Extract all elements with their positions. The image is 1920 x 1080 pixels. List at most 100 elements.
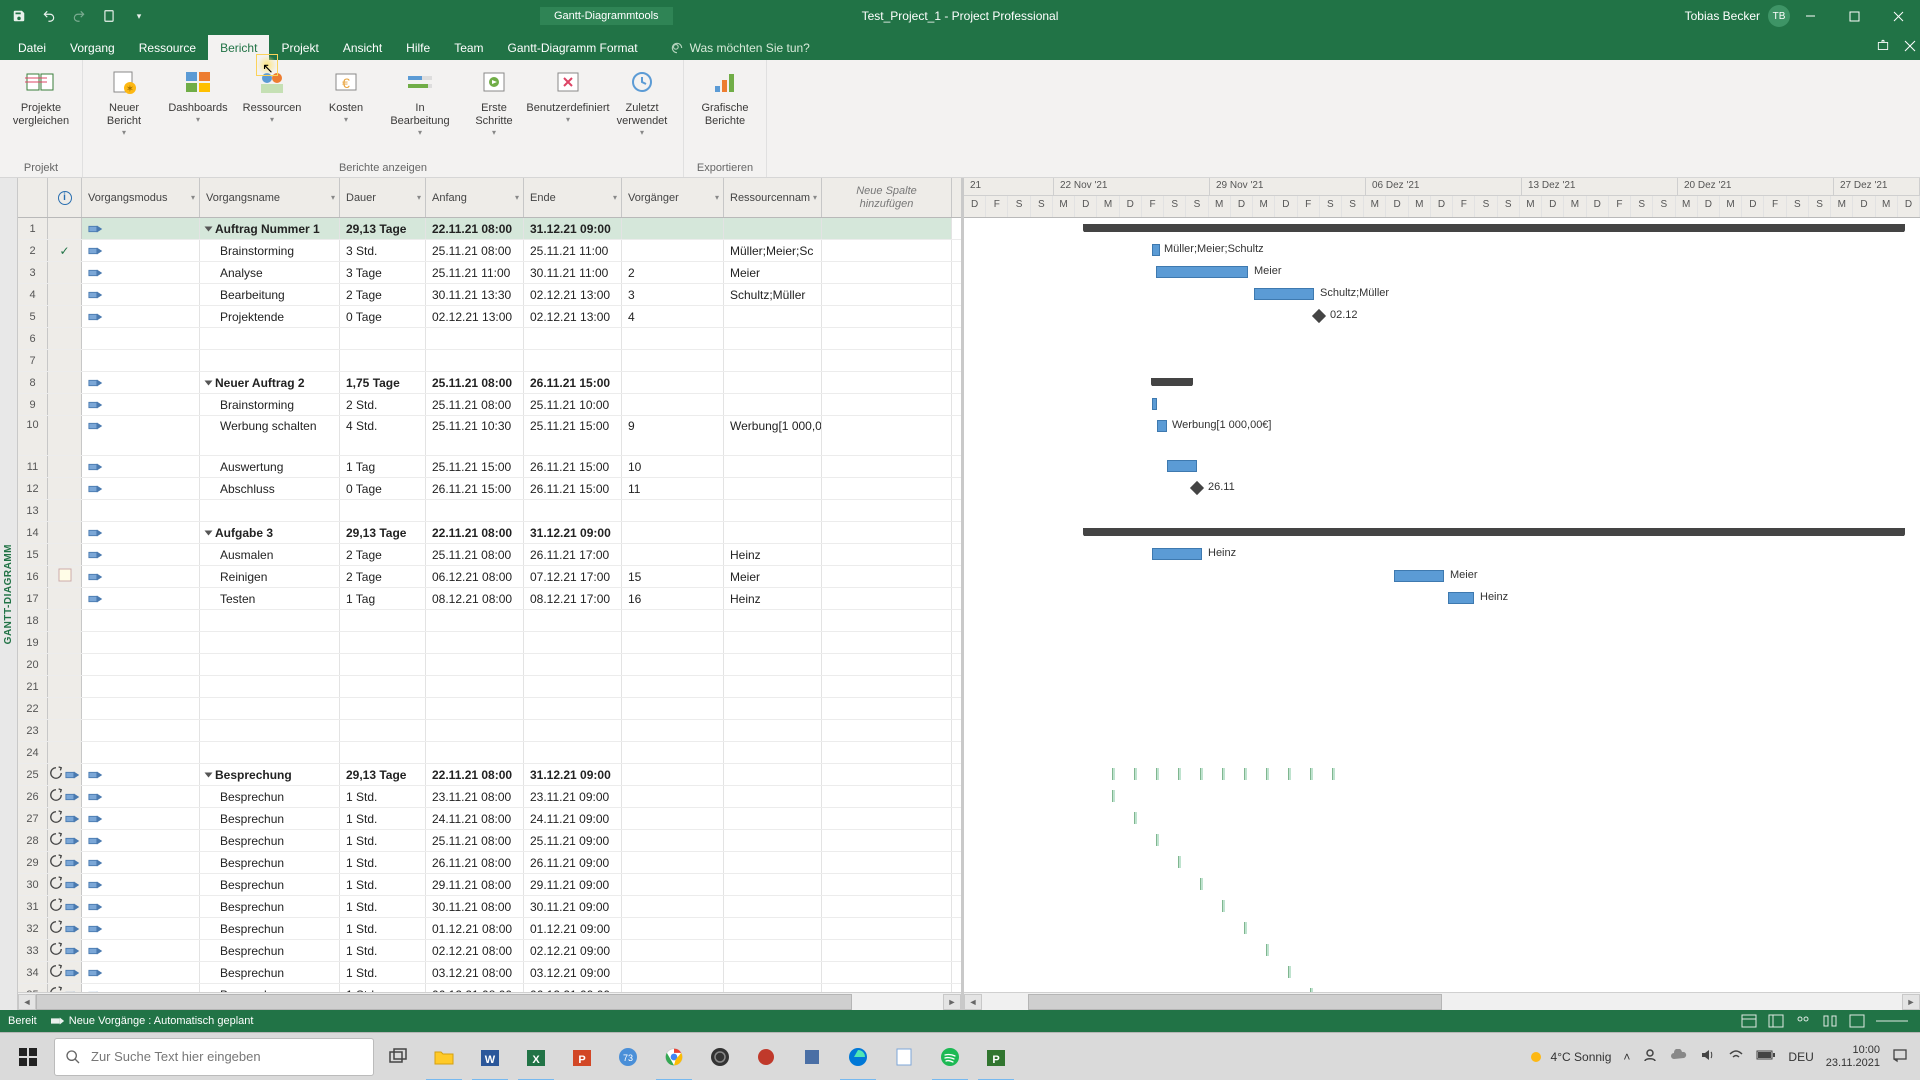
tray-battery-icon[interactable]	[1756, 1049, 1776, 1064]
recurring-task-bar[interactable]	[1200, 878, 1203, 890]
indicators-cell[interactable]	[48, 808, 82, 829]
task-name-cell[interactable]: Analyse	[200, 262, 340, 283]
finish-cell[interactable]: 01.12.21 09:00	[524, 918, 622, 939]
mode-cell[interactable]	[82, 500, 200, 521]
view-bar[interactable]: GANTT-DIAGRAMM	[0, 178, 18, 1010]
duration-cell[interactable]: 1 Std.	[340, 984, 426, 992]
task-row[interactable]: 25Besprechung29,13 Tage22.11.21 08:0031.…	[18, 764, 961, 786]
row-number[interactable]: 18	[18, 610, 48, 631]
predecessors-cell[interactable]	[622, 852, 724, 873]
indicators-cell[interactable]	[48, 416, 82, 455]
summary-bar[interactable]	[1084, 224, 1904, 232]
ressourcen-button[interactable]: Ressourcen▾	[237, 64, 307, 140]
mode-cell[interactable]	[82, 394, 200, 415]
grid-horizontal-scrollbar[interactable]: ◄►	[18, 992, 961, 1010]
add-column-cell[interactable]	[822, 394, 952, 415]
task-name-cell[interactable]	[200, 676, 340, 697]
milestone-marker[interactable]	[1312, 309, 1326, 323]
task-row[interactable]: 12Abschluss0 Tage26.11.21 15:0026.11.21 …	[18, 478, 961, 500]
resources-cell[interactable]	[724, 456, 822, 477]
recurring-rollup-marker[interactable]	[1222, 768, 1225, 780]
header-rownum[interactable]	[18, 178, 48, 217]
task-bar[interactable]	[1156, 266, 1248, 278]
task-row[interactable]: 7	[18, 350, 961, 372]
task-name-cell[interactable]: Besprechun	[200, 852, 340, 873]
task-row[interactable]: 32Besprechun1 Std.01.12.21 08:0001.12.21…	[18, 918, 961, 940]
mode-cell[interactable]	[82, 588, 200, 609]
collapse-toggle-icon[interactable]	[205, 380, 213, 385]
resources-cell[interactable]: Heinz	[724, 544, 822, 565]
header-add-column[interactable]: Neue Spalte hinzufügen	[822, 178, 952, 217]
finish-cell[interactable]: 06.12.21 09:00	[524, 984, 622, 992]
task-name-cell[interactable]: Auswertung	[200, 456, 340, 477]
task-name-cell[interactable]	[200, 720, 340, 741]
start-cell[interactable]: 08.12.21 08:00	[426, 588, 524, 609]
task-name-cell[interactable]: Besprechun	[200, 896, 340, 917]
finish-cell[interactable]: 24.11.21 09:00	[524, 808, 622, 829]
indicators-cell[interactable]	[48, 284, 82, 305]
finish-cell[interactable]: 30.11.21 11:00	[524, 262, 622, 283]
header-name[interactable]: Vorgangsname▾	[200, 178, 340, 217]
task-name-cell[interactable]: Besprechun	[200, 830, 340, 851]
duration-cell[interactable]	[340, 328, 426, 349]
indicators-cell[interactable]	[48, 456, 82, 477]
finish-cell[interactable]	[524, 328, 622, 349]
task-name-cell[interactable]: Abschluss	[200, 478, 340, 499]
dashboards-button[interactable]: Dashboards▾	[163, 64, 233, 140]
task-row[interactable]: 9Brainstorming2 Std.25.11.21 08:0025.11.…	[18, 394, 961, 416]
task-bar[interactable]	[1157, 420, 1167, 432]
task-name-cell[interactable]	[200, 632, 340, 653]
duration-cell[interactable]: 2 Tage	[340, 566, 426, 587]
tray-language[interactable]: DEU	[1788, 1050, 1813, 1064]
task-name-cell[interactable]: Besprechun	[200, 984, 340, 992]
tab-ressource[interactable]: Ressource	[127, 35, 208, 60]
mode-cell[interactable]	[82, 350, 200, 371]
predecessors-cell[interactable]	[622, 698, 724, 719]
predecessors-cell[interactable]	[622, 610, 724, 631]
header-start[interactable]: Anfang▾	[426, 178, 524, 217]
mode-cell[interactable]	[82, 874, 200, 895]
tray-onedrive-icon[interactable]	[1670, 1049, 1688, 1064]
start-cell[interactable]: 26.11.21 15:00	[426, 478, 524, 499]
resources-cell[interactable]	[724, 394, 822, 415]
predecessors-cell[interactable]	[622, 984, 724, 992]
task-row[interactable]: 22	[18, 698, 961, 720]
predecessors-cell[interactable]	[622, 328, 724, 349]
header-indicators[interactable]: i	[48, 178, 82, 217]
task-row[interactable]: 33Besprechun1 Std.02.12.21 08:0002.12.21…	[18, 940, 961, 962]
duration-cell[interactable]: 1 Std.	[340, 962, 426, 983]
task-row[interactable]: 15Ausmalen2 Tage25.11.21 08:0026.11.21 1…	[18, 544, 961, 566]
predecessors-cell[interactable]	[622, 808, 724, 829]
row-number[interactable]: 22	[18, 698, 48, 719]
tray-people-icon[interactable]	[1642, 1047, 1658, 1066]
duration-cell[interactable]	[340, 676, 426, 697]
predecessors-cell[interactable]	[622, 240, 724, 261]
powerpoint-icon[interactable]: P	[560, 1033, 604, 1080]
resources-cell[interactable]	[724, 918, 822, 939]
row-number[interactable]: 2	[18, 240, 48, 261]
add-column-cell[interactable]	[822, 588, 952, 609]
start-cell[interactable]: 30.11.21 08:00	[426, 896, 524, 917]
task-name-cell[interactable]: Besprechun	[200, 940, 340, 961]
task-row[interactable]: 14Aufgabe 329,13 Tage22.11.21 08:0031.12…	[18, 522, 961, 544]
header-mode[interactable]: Vorgangsmodus▾	[82, 178, 200, 217]
add-column-cell[interactable]	[822, 940, 952, 961]
add-column-cell[interactable]	[822, 328, 952, 349]
resources-cell[interactable]	[724, 350, 822, 371]
tab-hilfe[interactable]: Hilfe	[394, 35, 442, 60]
indicators-cell[interactable]	[48, 940, 82, 961]
resources-cell[interactable]	[724, 610, 822, 631]
add-column-cell[interactable]	[822, 350, 952, 371]
add-column-cell[interactable]	[822, 262, 952, 283]
finish-cell[interactable]: 29.11.21 09:00	[524, 874, 622, 895]
start-cell[interactable]: 02.12.21 13:00	[426, 306, 524, 327]
mode-cell[interactable]	[82, 984, 200, 992]
task-name-cell[interactable]	[200, 500, 340, 521]
row-number[interactable]: 19	[18, 632, 48, 653]
row-number[interactable]: 16	[18, 566, 48, 587]
recurring-rollup-marker[interactable]	[1112, 768, 1115, 780]
indicators-cell[interactable]	[48, 874, 82, 895]
add-column-cell[interactable]	[822, 808, 952, 829]
indicators-cell[interactable]	[48, 522, 82, 543]
start-cell[interactable]	[426, 610, 524, 631]
